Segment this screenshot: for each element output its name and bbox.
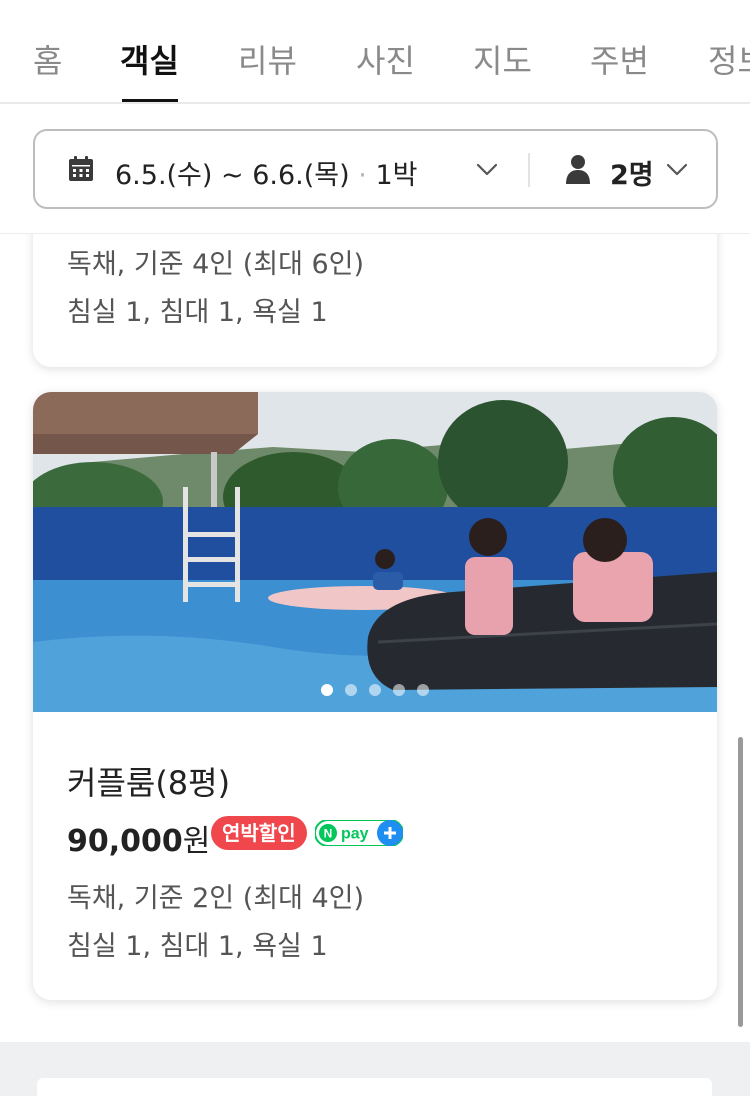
guest-count[interactable]: 2명	[610, 153, 654, 192]
carousel-dot[interactable]	[417, 684, 429, 696]
room-price: 90,000원	[67, 816, 210, 860]
room-photo-carousel[interactable]	[33, 392, 717, 712]
price-unit: 원	[182, 824, 211, 859]
room-type-capacity: 독채, 기준 2인 (최대 4인)	[67, 883, 365, 914]
carousel-indicator	[321, 684, 429, 696]
next-section-card	[37, 1078, 712, 1096]
price-amount: 90,000	[67, 824, 183, 859]
tab-map[interactable]: 지도	[473, 36, 532, 82]
carousel-dot[interactable]	[321, 684, 333, 696]
tab-rooms[interactable]: 객실	[120, 36, 179, 82]
carousel-dot[interactable]	[369, 684, 381, 696]
scrollbar[interactable]	[738, 737, 743, 1027]
tab-home[interactable]: 홈	[33, 36, 62, 82]
active-tab-indicator	[122, 99, 178, 102]
date-range-text[interactable]: 6.5.(수) ~ 6.6.(목) · 1박	[115, 153, 417, 192]
date-guest-bar: 6.5.(수) ~ 6.6.(목) · 1박 2명	[0, 104, 750, 234]
room-name: 커플룸(8평)	[67, 764, 231, 802]
pool-photo	[33, 392, 717, 712]
svg-text:pay: pay	[341, 826, 369, 843]
section-divider	[0, 1042, 750, 1096]
tab-bar: 홈 객실 리뷰 사진 지도 주변 정보	[0, 0, 750, 104]
npay-badge: N pay	[315, 820, 403, 846]
room-composition: 침실 1, 침대 1, 욕실 1	[67, 297, 328, 328]
tab-photos[interactable]: 사진	[356, 36, 415, 82]
carousel-dot[interactable]	[393, 684, 405, 696]
separator-dot: ·	[358, 160, 367, 191]
date-guest-selector[interactable]: 6.5.(수) ~ 6.6.(목) · 1박 2명	[33, 129, 718, 209]
chevron-down-icon[interactable]	[475, 157, 499, 181]
room-type-capacity: 독채, 기준 4인 (최대 6인)	[67, 249, 365, 280]
svg-text:N: N	[324, 827, 333, 841]
discount-badge: 연박할인	[211, 816, 307, 850]
tab-nearby[interactable]: 주변	[590, 36, 649, 82]
calendar-icon	[69, 156, 93, 181]
room-composition: 침실 1, 침대 1, 욕실 1	[67, 931, 328, 962]
room-card[interactable]: 커플룸(8평) 90,000원 연박할인 N pay 독채, 기준 2인 (최대…	[33, 392, 717, 1000]
carousel-dot[interactable]	[345, 684, 357, 696]
nights-count: 1박	[375, 160, 418, 191]
tab-reviews[interactable]: 리뷰	[238, 36, 297, 82]
tab-info[interactable]: 정보	[708, 36, 750, 82]
date-range: 6.5.(수) ~ 6.6.(목)	[115, 160, 350, 191]
person-icon	[566, 155, 590, 184]
chevron-down-icon[interactable]	[665, 157, 689, 181]
selector-divider	[528, 153, 530, 187]
